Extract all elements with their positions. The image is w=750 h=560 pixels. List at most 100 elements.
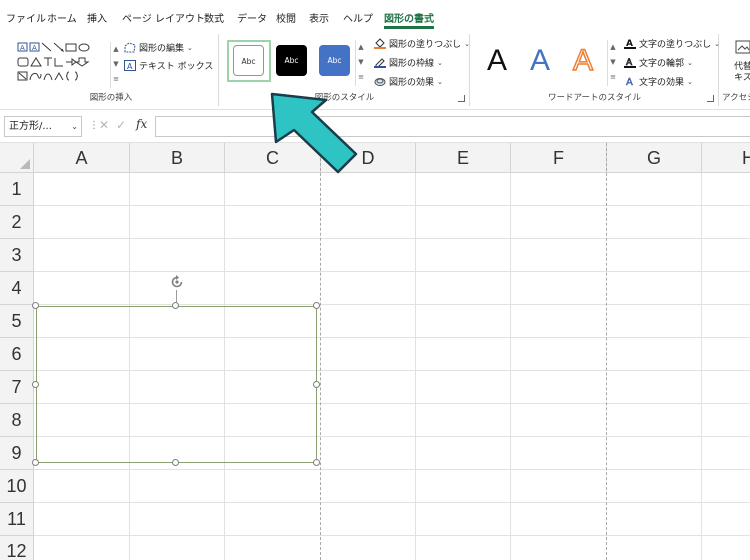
gallery-more-icon[interactable]: ≡ [111,72,121,87]
text-outline-icon: A [624,57,636,68]
insert-function-button[interactable]: fx [136,117,147,131]
tab-review[interactable]: 校閲 [276,10,296,25]
style-gallery-scroll[interactable]: ▲ ▼ ≡ [355,40,365,86]
worksheet-grid[interactable]: A B C D E F G H 1 2 3 4 5 6 7 8 9 10 11 … [0,143,750,560]
tab-view[interactable]: 表示 [309,10,329,25]
style-preset-white[interactable]: Abc [233,45,264,76]
annotation-arrow-icon [270,92,358,174]
enter-check-icon[interactable]: ✓ [116,118,126,132]
row-header-5[interactable]: 5 [0,305,34,338]
wordart-gallery[interactable]: A A A [477,40,617,86]
row-header-11[interactable]: 11 [0,503,34,536]
tab-formulas[interactable]: 数式 [204,10,224,25]
chevron-down-icon: ⌄ [437,77,443,86]
resize-handle-s[interactable] [172,459,179,466]
tab-home[interactable]: ホーム [47,10,77,25]
chevron-down-icon: ⌄ [687,77,693,86]
wordart-preset-orange-outline[interactable]: A [572,43,594,78]
row-header-8[interactable]: 8 [0,404,34,437]
text-fill-button[interactable]: A 文字の塗りつぶし ⌄ [624,37,720,50]
page-break-line [320,143,321,560]
gridline [34,535,750,536]
shape-outline-button[interactable]: 図形の枠線 ⌄ [374,56,443,69]
resize-handle-w[interactable] [32,381,39,388]
chevron-down-icon[interactable]: ⌄ [71,117,78,136]
gridline [34,502,750,503]
tab-page-layout[interactable]: ページ レイアウト [122,10,205,25]
select-all-button[interactable] [0,143,34,173]
scroll-up-icon[interactable]: ▲ [356,40,366,55]
column-header-e[interactable]: E [416,143,511,173]
formula-input[interactable] [155,116,750,137]
text-outline-button[interactable]: A 文字の輪郭 ⌄ [624,56,693,69]
scroll-down-icon[interactable]: ▼ [111,57,121,72]
tab-file[interactable]: ファイル [6,10,46,25]
style-preset-blue[interactable]: Abc [319,45,350,76]
chevron-down-icon: ⌄ [187,43,193,52]
tab-shape-format[interactable]: 図形の書式 [384,10,434,25]
row-header-7[interactable]: 7 [0,371,34,404]
row-header-12[interactable]: 12 [0,536,34,560]
shape-gallery-scroll[interactable]: ▲ ▼ ≡ [110,42,120,88]
row-header-2[interactable]: 2 [0,206,34,239]
scroll-up-icon[interactable]: ▲ [608,40,618,55]
alt-text-button[interactable]: 代替 キス [734,62,750,84]
pencil-icon [374,57,386,68]
row-header-3[interactable]: 3 [0,239,34,272]
row-header-1[interactable]: 1 [0,173,34,206]
svg-text:A: A [127,62,133,71]
column-header-h[interactable]: H [702,143,750,173]
column-header-g[interactable]: G [607,143,702,173]
resize-handle-sw[interactable] [32,459,39,466]
scroll-up-icon[interactable]: ▲ [111,42,121,57]
resize-handle-e[interactable] [313,381,320,388]
gridline [34,205,750,206]
shape-fill-button[interactable]: 図形の塗りつぶし ⌄ [374,37,470,50]
gallery-more-icon[interactable]: ≡ [356,70,366,85]
wordart-preset-black[interactable]: A [487,44,507,78]
column-header-a[interactable]: A [34,143,130,173]
formula-bar: 正方形/... ⌄ ⋮ ✕ ✓ fx [0,110,750,143]
resize-handle-se[interactable] [313,459,320,466]
svg-text:A: A [32,44,37,52]
wordart-gallery-scroll[interactable]: ▲ ▼ ≡ [607,40,617,86]
style-preset-black[interactable]: Abc [276,45,307,76]
dialog-launcher-icon[interactable] [707,95,714,102]
tab-help[interactable]: ヘルプ [343,10,373,25]
group-accessibility: 代替 キス アクセシビ [720,34,750,106]
rotate-handle-icon[interactable] [169,274,185,290]
cancel-icon[interactable]: ✕ [99,118,109,132]
column-header-f[interactable]: F [511,143,607,173]
row-header-6[interactable]: 6 [0,338,34,371]
row-header-9[interactable]: 9 [0,437,34,470]
row-header-4[interactable]: 4 [0,272,34,305]
edit-shape-button[interactable]: 図形の編集 ⌄ [124,41,193,54]
shape-gallery[interactable]: A A [17,41,109,87]
alt-text-icon [735,40,750,54]
text-box-button[interactable]: A テキスト ボックス ⌄ [124,59,227,72]
text-fill-icon: A [624,38,636,49]
column-header-b[interactable]: B [130,143,225,173]
text-effects-button[interactable]: A 文字の効果 ⌄ [624,75,693,88]
dialog-launcher-icon[interactable] [458,95,465,102]
scroll-down-icon[interactable]: ▼ [608,55,618,70]
group-label-accessibility: アクセシビ [722,93,750,103]
gallery-more-icon[interactable]: ≡ [608,70,618,85]
scroll-down-icon[interactable]: ▼ [356,55,366,70]
shape-effects-button[interactable]: 図形の効果 ⌄ [374,75,443,88]
rectangle-shape[interactable] [36,306,317,463]
resize-handle-ne[interactable] [313,302,320,309]
tab-data[interactable]: データ [237,10,267,25]
chevron-down-icon: ⌄ [437,58,443,67]
resize-handle-nw[interactable] [32,302,39,309]
tab-insert[interactable]: 挿入 [87,10,107,25]
page-break-line [606,143,607,560]
ribbon: A A ▲ ▼ ≡ 図形の編集 ⌄ A テキスト ボックス 図形の挿入 図形のス… [0,32,750,110]
text-box-icon: A [124,60,136,71]
gridline [34,271,750,272]
wordart-preset-blue[interactable]: A [530,44,550,78]
resize-handle-n[interactable] [172,302,179,309]
svg-text:A: A [20,44,25,52]
row-header-10[interactable]: 10 [0,470,34,503]
name-box[interactable]: 正方形/... ⌄ [4,116,82,137]
